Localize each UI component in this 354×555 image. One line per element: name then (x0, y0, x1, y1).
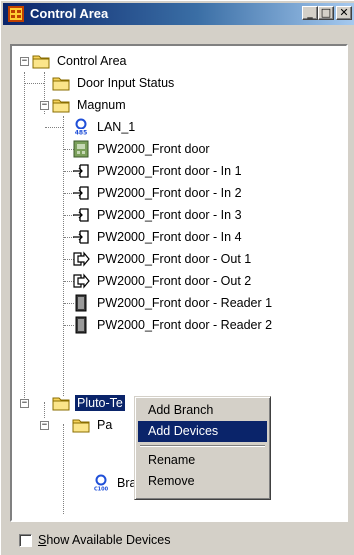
menu-item-add-branch[interactable]: Add Branch (138, 400, 267, 421)
tree-node-label[interactable]: Control Area (55, 53, 128, 69)
tree-node-label[interactable]: PW2000_Front door (95, 141, 212, 157)
controller-board-icon (72, 140, 90, 158)
window-title: Control Area (30, 6, 109, 21)
tree-connector (24, 72, 25, 402)
minimize-button[interactable]: _ (302, 6, 318, 20)
folder-icon (72, 416, 90, 434)
input-plug-icon (72, 228, 90, 246)
tree-node[interactable]: Pa (72, 414, 114, 436)
menu-item-remove[interactable]: Remove (138, 471, 267, 492)
tree-node[interactable]: PW2000_Front door - Out 1 (72, 248, 253, 270)
tree-node-label[interactable]: PW2000_Front door - Reader 1 (95, 295, 274, 311)
folder-icon (32, 52, 50, 70)
tree-node-label[interactable]: PW2000_Front door - In 2 (95, 185, 244, 201)
tree-node-label[interactable]: PW2000_Front door - In 4 (95, 229, 244, 245)
input-plug-icon (72, 162, 90, 180)
tree-node-label[interactable]: Magnum (75, 97, 128, 113)
folder-icon (52, 74, 70, 92)
tree-node-label[interactable]: Pa (95, 417, 114, 433)
tree-node[interactable]: Door Input Status (52, 72, 176, 94)
control-area-window: Control Area _ □ ✕ − Control Area Door Inp… (0, 0, 354, 555)
tree-node[interactable]: Pluto-Te (52, 392, 126, 414)
collapse-toggle[interactable]: − (40, 421, 49, 430)
menu-item-add-devices[interactable]: Add Devices (138, 421, 267, 442)
output-arrow-icon (72, 250, 90, 268)
tree-node-label[interactable]: PW2000_Front door - Reader 2 (95, 317, 274, 333)
tree-node[interactable]: PW2000_Front door (72, 138, 212, 160)
tree-node[interactable]: PW2000_Front door - Reader 2 (72, 314, 274, 336)
maximize-button[interactable]: □ (318, 6, 334, 20)
tree-node-label[interactable]: PW2000_Front door - Out 1 (95, 251, 253, 267)
collapse-toggle[interactable]: − (20, 57, 29, 66)
svg-text:485: 485 (75, 130, 88, 137)
card-reader-icon (72, 294, 90, 312)
tree-connector (44, 402, 45, 418)
tree-node-label[interactable]: PW2000_Front door - Out 2 (95, 273, 253, 289)
folder-icon (52, 394, 70, 412)
tree-node[interactable]: PW2000_Front door - Reader 1 (72, 292, 274, 314)
tree-node[interactable]: Control Area (32, 50, 128, 72)
tree-connector (25, 83, 44, 84)
tree-node[interactable]: Magnum (52, 94, 128, 116)
collapse-toggle[interactable]: − (40, 101, 49, 110)
input-plug-icon (72, 184, 90, 202)
show-available-devices-checkbox[interactable]: Show Available Devices (19, 533, 171, 547)
output-arrow-icon (72, 272, 90, 290)
menu-separator (140, 445, 265, 447)
tree-node[interactable]: PW2000_Front door - In 4 (72, 226, 244, 248)
tree-node[interactable]: PW2000_Front door - In 1 (72, 160, 244, 182)
tree-connector (63, 424, 64, 514)
folder-icon (52, 96, 70, 114)
checkbox-label[interactable]: Show Available Devices (38, 533, 171, 547)
app-icon (8, 6, 24, 22)
svg-text:C100: C100 (94, 487, 109, 493)
tree-node[interactable]: PW2000_Front door - Out 2 (72, 270, 253, 292)
tree-node[interactable]: 485 LAN_1 (72, 116, 137, 138)
tree-node-label[interactable]: PW2000_Front door - In 3 (95, 207, 244, 223)
close-button[interactable]: ✕ (336, 6, 352, 20)
tree-node-label[interactable]: LAN_1 (95, 119, 137, 135)
context-menu: Add Branch Add Devices Rename Remove (134, 396, 271, 500)
lan-485-icon: 485 (72, 118, 90, 137)
input-plug-icon (72, 206, 90, 224)
c100-device-icon: C100 (92, 474, 110, 493)
tree-node[interactable]: PW2000_Front door - In 2 (72, 182, 244, 204)
collapse-toggle[interactable]: − (20, 399, 29, 408)
tree-node[interactable]: PW2000_Front door - In 3 (72, 204, 244, 226)
tree-node-label[interactable]: Pluto-Te (74, 394, 126, 412)
card-reader-icon (72, 316, 90, 334)
tree-connector (45, 127, 63, 128)
tree-node-label[interactable]: PW2000_Front door - In 1 (95, 163, 244, 179)
checkbox-box[interactable] (19, 533, 32, 547)
tree-node-label[interactable]: Door Input Status (75, 75, 176, 91)
tree-connector (63, 116, 64, 396)
menu-item-rename[interactable]: Rename (138, 450, 267, 471)
title-bar[interactable]: Control Area _ □ ✕ (3, 3, 354, 25)
